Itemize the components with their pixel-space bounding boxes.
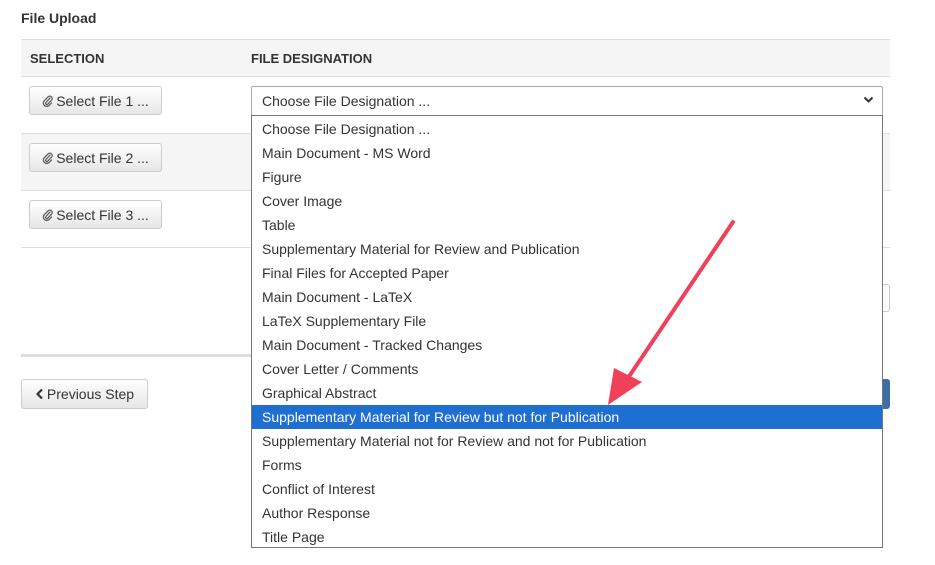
dropdown-option[interactable]: Cover Letter / Comments bbox=[252, 357, 882, 381]
paperclip-icon bbox=[42, 95, 53, 107]
select-file-3-button[interactable]: Select File 3 ... bbox=[29, 200, 162, 229]
dropdown-option[interactable]: Supplementary Material not for Review an… bbox=[252, 429, 882, 453]
dropdown-option[interactable]: Supplementary Material for Review and Pu… bbox=[252, 237, 882, 261]
paperclip-icon bbox=[42, 152, 53, 164]
select-file-2-button[interactable]: Select File 2 ... bbox=[29, 143, 162, 172]
dropdown-option[interactable]: Graphical Abstract bbox=[252, 381, 882, 405]
hidden-button-edge[interactable] bbox=[882, 284, 890, 312]
dropdown-option[interactable]: Forms bbox=[252, 453, 882, 477]
next-step-button-edge[interactable] bbox=[882, 379, 890, 409]
file-designation-select[interactable]: Choose File Designation ... bbox=[251, 86, 883, 116]
dropdown-option[interactable]: Conflict of Interest bbox=[252, 477, 882, 501]
file-designation-dropdown: Choose File Designation ... Main Document… bbox=[251, 115, 883, 548]
dropdown-option[interactable]: Figure bbox=[252, 165, 882, 189]
section-title: File Upload bbox=[21, 10, 97, 26]
column-header-file-designation: FILE DESIGNATION bbox=[251, 51, 373, 66]
select-file-2-label: Select File 2 ... bbox=[56, 149, 149, 166]
dropdown-option[interactable]: Title Page bbox=[252, 525, 882, 549]
column-header-selection: SELECTION bbox=[30, 51, 105, 66]
table-header: SELECTION FILE DESIGNATION bbox=[21, 39, 890, 77]
paperclip-icon bbox=[42, 209, 53, 221]
dropdown-option[interactable]: Cover Image bbox=[252, 189, 882, 213]
select-file-1-button[interactable]: Select File 1 ... bbox=[29, 86, 162, 115]
select-file-1-label: Select File 1 ... bbox=[56, 92, 149, 109]
file-designation-value: Choose File Designation ... bbox=[262, 93, 431, 109]
dropdown-option[interactable]: Choose File Designation ... bbox=[252, 117, 882, 141]
dropdown-option[interactable]: Main Document - MS Word bbox=[252, 141, 882, 165]
dropdown-option[interactable]: Main Document - Tracked Changes bbox=[252, 333, 882, 357]
dropdown-option[interactable]: Author Response bbox=[252, 501, 882, 525]
dropdown-option[interactable]: Main Document - LaTeX bbox=[252, 285, 882, 309]
dropdown-option[interactable]: LaTeX Supplementary File bbox=[252, 309, 882, 333]
previous-step-button[interactable]: Previous Step bbox=[21, 379, 148, 409]
dropdown-option[interactable]: Table bbox=[252, 213, 882, 237]
chevron-down-icon bbox=[863, 96, 874, 103]
select-file-3-label: Select File 3 ... bbox=[56, 206, 149, 223]
previous-step-label: Previous Step bbox=[46, 386, 135, 402]
section-divider bbox=[21, 354, 251, 357]
dropdown-option[interactable]: Supplementary Material for Review but no… bbox=[252, 405, 882, 429]
chevron-left-icon bbox=[35, 388, 43, 400]
dropdown-option[interactable]: Final Files for Accepted Paper bbox=[252, 261, 882, 285]
